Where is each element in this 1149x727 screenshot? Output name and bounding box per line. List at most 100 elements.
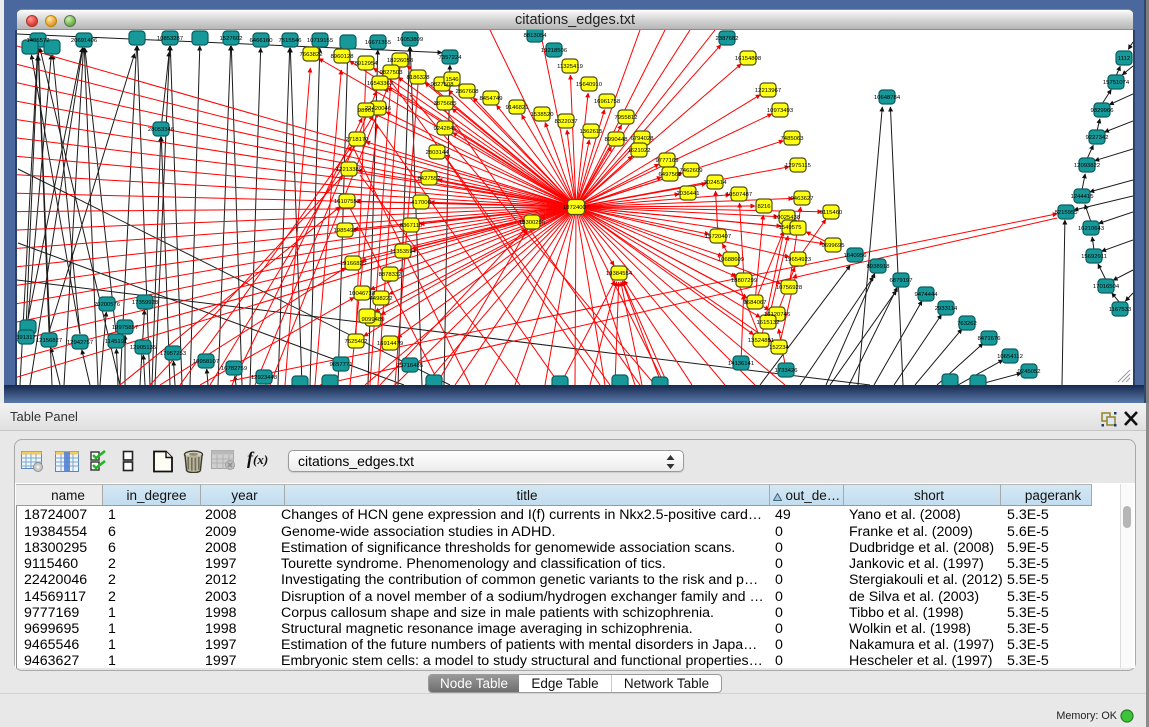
svg-text:1527602: 1527602 xyxy=(220,36,243,42)
svg-text:1621022: 1621022 xyxy=(628,148,651,154)
svg-text:98901: 98901 xyxy=(358,108,374,114)
svg-text:19166825: 19166825 xyxy=(340,261,367,267)
svg-text:12213967: 12213967 xyxy=(755,88,781,94)
svg-text:9245052: 9245052 xyxy=(1018,369,1041,375)
svg-text:9242845: 9242845 xyxy=(434,126,458,132)
svg-text:9099489: 9099489 xyxy=(362,317,385,323)
svg-text:8367110: 8367110 xyxy=(400,223,423,229)
svg-text:9146821: 9146821 xyxy=(506,105,529,111)
svg-text:8878332: 8878332 xyxy=(379,272,402,278)
svg-text:6794028: 6794028 xyxy=(631,136,655,142)
svg-text:1244415: 1244415 xyxy=(1071,194,1095,200)
svg-text:6879197: 6879197 xyxy=(890,278,913,284)
svg-text:10025438: 10025438 xyxy=(774,215,801,221)
svg-text:2036441: 2036441 xyxy=(677,191,700,197)
svg-text:3875685: 3875685 xyxy=(434,101,458,107)
svg-text:8215955: 8215955 xyxy=(1055,210,1079,216)
svg-text:7357224: 7357224 xyxy=(439,55,463,61)
svg-text:9777169: 9777169 xyxy=(656,158,679,164)
svg-text:12905135: 12905135 xyxy=(130,345,157,351)
svg-text:2803144: 2803144 xyxy=(426,150,450,156)
svg-text:16671355: 16671355 xyxy=(365,40,392,46)
svg-text:16107552: 16107552 xyxy=(334,199,360,205)
svg-text:9684067: 9684067 xyxy=(744,300,767,306)
svg-text:8912954: 8912954 xyxy=(355,61,379,67)
svg-text:7625402: 7625402 xyxy=(345,339,368,345)
svg-text:11325419: 11325419 xyxy=(557,64,583,70)
svg-text:15716485: 15716485 xyxy=(397,363,424,369)
svg-text:12942757: 12942757 xyxy=(67,340,93,346)
svg-text:9463627: 9463627 xyxy=(791,196,814,202)
svg-text:15692911: 15692911 xyxy=(1081,254,1107,260)
svg-text:19384554: 19384554 xyxy=(606,271,633,277)
svg-text:16120746: 16120746 xyxy=(764,312,791,318)
svg-text:2867608: 2867608 xyxy=(456,89,480,95)
svg-text:7485063: 7485063 xyxy=(781,136,805,142)
svg-text:8471676: 8471676 xyxy=(978,336,1002,342)
svg-text:8938918: 8938918 xyxy=(867,264,891,270)
svg-text:16210643: 16210643 xyxy=(1078,226,1105,232)
svg-text:10719155: 10719155 xyxy=(307,38,334,44)
svg-text:391317: 391317 xyxy=(17,335,36,341)
svg-text:8960128: 8960128 xyxy=(331,54,355,60)
svg-text:28053346: 28053346 xyxy=(148,127,175,133)
svg-text:1167533: 1167533 xyxy=(1109,307,1132,313)
svg-text:1112: 1112 xyxy=(1118,56,1130,62)
svg-text:12213389: 12213389 xyxy=(336,167,362,173)
svg-text:152234: 152234 xyxy=(769,345,789,351)
svg-text:9474444: 9474444 xyxy=(915,292,939,298)
svg-text:10756928: 10756928 xyxy=(776,285,803,291)
svg-text:12923448: 12923448 xyxy=(251,375,278,381)
svg-text:16782759: 16782759 xyxy=(221,366,247,372)
svg-text:13524851: 13524851 xyxy=(748,338,774,344)
svg-text:1615132: 1615132 xyxy=(757,320,780,326)
svg-text:2718170: 2718170 xyxy=(346,137,370,143)
svg-text:7515546: 7515546 xyxy=(279,38,303,44)
svg-text:9827503: 9827503 xyxy=(380,70,404,76)
svg-text:14136141: 14136141 xyxy=(728,361,754,367)
svg-text:1145191: 1145191 xyxy=(105,339,128,345)
svg-text:10958107: 10958107 xyxy=(193,359,219,365)
svg-text:10688609: 10688609 xyxy=(718,257,744,263)
svg-text:3024514: 3024514 xyxy=(704,180,728,186)
svg-text:19654923: 19654923 xyxy=(785,257,812,263)
svg-text:20691406: 20691406 xyxy=(71,38,98,44)
svg-text:16543362: 16543362 xyxy=(367,81,393,87)
svg-text:1546: 1546 xyxy=(445,77,459,83)
svg-text:15640910: 15640910 xyxy=(576,82,603,88)
svg-text:17016504: 17016504 xyxy=(1093,284,1120,290)
svg-text:8216: 8216 xyxy=(757,204,771,210)
svg-text:20200576: 20200576 xyxy=(94,302,121,308)
svg-text:16053809: 16053809 xyxy=(397,37,423,43)
svg-text:18807299: 18807299 xyxy=(731,278,757,284)
svg-text:12093822: 12093822 xyxy=(1074,163,1100,169)
svg-text:10648784: 10648784 xyxy=(874,95,901,101)
svg-text:17359928: 17359928 xyxy=(132,300,159,306)
svg-text:8427552: 8427552 xyxy=(418,176,441,182)
svg-text:1362615: 1362615 xyxy=(580,129,604,135)
svg-text:6466160: 6466160 xyxy=(250,38,274,44)
svg-text:19975857: 19975857 xyxy=(112,325,138,331)
svg-text:12156827: 12156827 xyxy=(36,338,62,344)
svg-text:1733426: 1733426 xyxy=(775,368,799,374)
svg-text:1985498: 1985498 xyxy=(334,228,358,234)
svg-text:7462609: 7462609 xyxy=(680,168,703,174)
svg-text:9699695: 9699695 xyxy=(822,243,846,249)
svg-text:8186328: 8186328 xyxy=(407,75,431,81)
svg-text:9657771: 9657771 xyxy=(330,362,353,368)
svg-text:16154808: 16154808 xyxy=(735,56,762,62)
svg-text:763262: 763262 xyxy=(957,321,977,327)
svg-text:18226058: 18226058 xyxy=(387,58,414,64)
svg-text:417006: 417006 xyxy=(411,200,431,206)
svg-text:1640956: 1640956 xyxy=(844,253,868,259)
svg-text:8454749: 8454749 xyxy=(480,96,503,102)
svg-text:16914479: 16914479 xyxy=(377,341,403,347)
svg-text:8990448: 8990448 xyxy=(605,137,629,143)
svg-text:7663822: 7663822 xyxy=(300,52,323,58)
svg-text:1549575: 1549575 xyxy=(779,225,803,231)
svg-text:15720407: 15720407 xyxy=(705,234,731,240)
svg-text:15751074: 15751074 xyxy=(1103,80,1130,86)
svg-text:17957253: 17957253 xyxy=(160,351,187,357)
svg-text:10853287: 10853287 xyxy=(157,36,183,42)
svg-text:1405572: 1405572 xyxy=(27,38,50,44)
